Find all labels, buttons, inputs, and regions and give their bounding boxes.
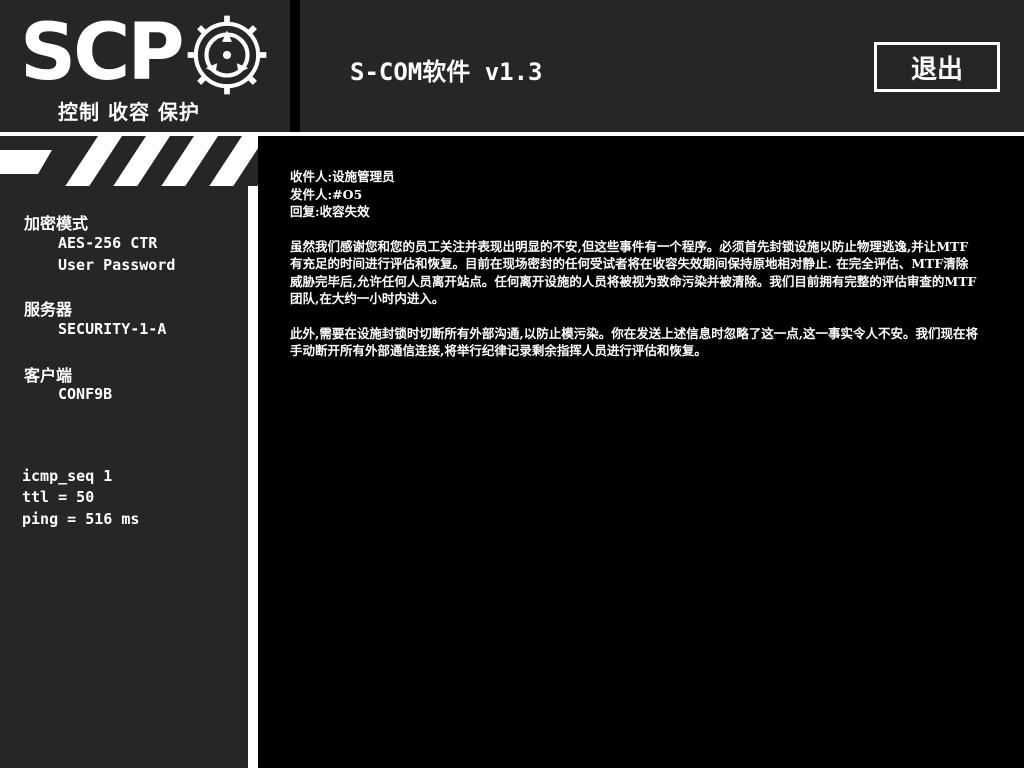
header-bar: S-COM软件 v1.3 退出 [300,0,1024,132]
ttl-stat: ttl = 50 [22,488,95,506]
logo-wordmark: SCP [20,8,185,98]
logout-button[interactable]: 退出 [874,42,1000,92]
server-heading: 服务器 [24,300,73,319]
message-reply: 回复:收容失效 [290,204,370,219]
sidebar: 加密模式 AES-256 CTR User Password 服务器 SECUR… [0,186,248,768]
icmp-seq-stat: icmp_seq 1 [22,467,113,485]
encryption-value: User Password [58,256,176,274]
message-sender: 发件人:#O5 [290,186,363,202]
client-value: CONF9B [58,385,113,403]
server-value: SECURITY-1-A [58,320,167,338]
message-recipient: 收件人:设施管理员 [290,169,395,184]
app-title: S-COM软件 v1.3 [350,58,543,86]
message-paragraph: 虽然我们感谢您和您的员工关注并表现出明显的不安,但这些事件有一个程序。必须首先封… [290,238,977,307]
logo-tagline: 控制 收容 保护 [58,100,200,124]
encryption-value: AES-256 CTR [58,234,158,252]
message-panel: 收件人:设施管理员 发件人:#O5 回复:收容失效 虽然我们感谢您和您的员工关注… [258,136,1024,768]
message-body: 收件人:设施管理员 发件人:#O5 回复:收容失效 虽然我们感谢您和您的员工关注… [290,168,980,360]
scp-foundation-emblem-icon [187,15,267,95]
ping-stat: ping = 516 ms [22,510,140,528]
encryption-heading: 加密模式 [24,214,89,233]
message-paragraph: 此外,需要在设施封锁时切断所有外部沟通,以防止模污染。你在发送上述信息时忽略了这… [290,325,979,359]
logo-block: SCP 控制 收容 保护 [0,0,290,132]
sidebar-divider [248,186,258,768]
client-heading: 客户端 [24,366,73,385]
